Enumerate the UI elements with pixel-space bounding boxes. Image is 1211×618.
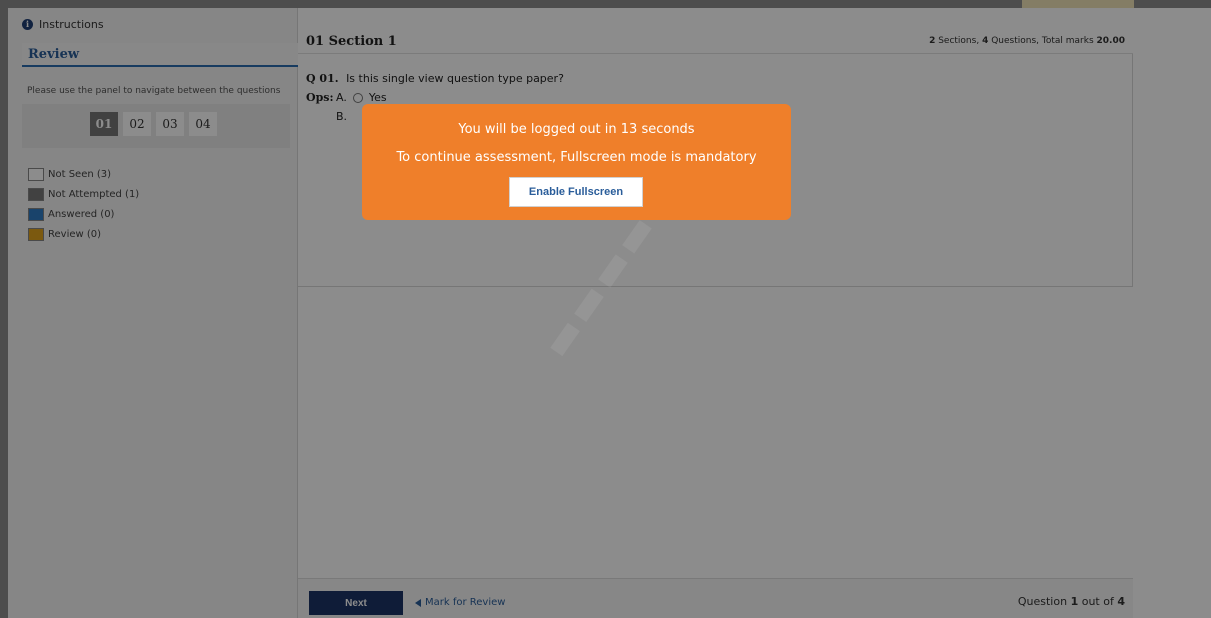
enable-fullscreen-button[interactable]: Enable Fullscreen [509, 177, 643, 207]
fullscreen-required-text: To continue assessment, Fullscreen mode … [396, 150, 757, 165]
logout-countdown-text: You will be logged out in 13 seconds [458, 122, 695, 137]
fullscreen-warning-modal: You will be logged out in 13 seconds To … [362, 104, 791, 220]
